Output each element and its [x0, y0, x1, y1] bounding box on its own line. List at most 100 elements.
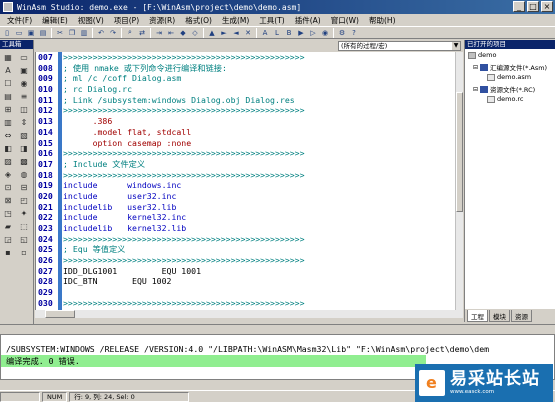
toolbox-control-icon[interactable]: ⊞ — [1, 104, 15, 115]
collapse-icon[interactable]: ⊟ — [473, 64, 478, 71]
procedure-dropdown[interactable]: (所有的过程/宏) ▼ — [338, 41, 461, 51]
build-icon[interactable]: B — [284, 28, 294, 38]
link-icon[interactable]: L — [272, 28, 282, 38]
find-icon[interactable]: ⌕ — [125, 28, 135, 38]
menu-item[interactable]: 插件(A) — [290, 15, 326, 26]
code-line[interactable]: 025 ; Equ 等值定义 — [38, 244, 455, 255]
tab-resources[interactable]: 资源 — [511, 310, 532, 322]
copy-icon[interactable]: ❐ — [67, 28, 77, 38]
tree-root[interactable]: demo — [468, 51, 496, 59]
code-line[interactable]: 027 IDD_DLG1001 EQU 1001 — [38, 266, 455, 277]
toolbox-control-icon[interactable]: ▥ — [1, 117, 15, 128]
redo-icon[interactable]: ↷ — [108, 28, 118, 38]
code-line[interactable]: 013 .386 — [38, 116, 455, 127]
cut-icon[interactable]: ✂ — [55, 28, 65, 38]
toolbox-control-icon[interactable]: ⬚ — [17, 221, 31, 232]
options-icon[interactable]: ⚙ — [337, 28, 347, 38]
scroll-thumb[interactable] — [456, 92, 463, 212]
toolbox-control-icon[interactable]: ◉ — [17, 78, 31, 89]
code-line[interactable]: 010 ; rc Dialog.rc — [38, 84, 455, 95]
menu-item[interactable]: 编辑(E) — [37, 15, 73, 26]
tree-file-rc[interactable]: demo.rc — [487, 95, 524, 103]
menu-item[interactable]: 生成(M) — [217, 15, 254, 26]
tab-modules[interactable]: 模块 — [489, 310, 510, 322]
code-line[interactable]: 009 ; ml /c /coff Dialog.asm — [38, 73, 455, 84]
chevron-down-icon[interactable]: ▼ — [452, 42, 460, 50]
save-icon[interactable]: ▣ — [26, 28, 36, 38]
toolbox-control-icon[interactable]: ⊠ — [1, 195, 15, 206]
toolbox-control-icon[interactable]: ⇔ — [1, 130, 15, 141]
menu-item[interactable]: 资源(R) — [144, 15, 180, 26]
code-line[interactable]: 026 >>>>>>>>>>>>>>>>>>>>>>>>>>>>>>>>>>>>>… — [38, 255, 455, 266]
toolbox-control-icon[interactable]: ✦ — [17, 208, 31, 219]
close-button[interactable]: × — [541, 1, 553, 12]
menu-item[interactable]: 窗口(W) — [326, 15, 364, 26]
editor-horizontal-scrollbar[interactable] — [35, 310, 463, 318]
code-line[interactable]: 029 — [38, 287, 455, 298]
clear-bookmarks-icon[interactable]: ✕ — [243, 28, 253, 38]
code-line[interactable]: 028 IDC_BTN EQU 1002 — [38, 276, 455, 287]
save-all-icon[interactable]: ▤ — [38, 28, 48, 38]
toolbox-control-icon[interactable]: ▰ — [1, 221, 15, 232]
replace-icon[interactable]: ⇄ — [137, 28, 147, 38]
paste-icon[interactable]: ▥ — [79, 28, 89, 38]
toolbox-control-icon[interactable]: ◧ — [1, 143, 15, 154]
code-line[interactable]: 015 option casemap :none — [38, 138, 455, 149]
toolbox-control-icon[interactable]: ▭ — [17, 52, 31, 63]
tab-project[interactable]: 工程 — [467, 310, 488, 322]
code-line[interactable]: 023 includelib kernel32.lib — [38, 223, 455, 234]
new-file-icon[interactable]: ▯ — [2, 28, 12, 38]
toolbox-control-icon[interactable]: ◫ — [17, 104, 31, 115]
scroll-thumb[interactable] — [45, 310, 75, 318]
menu-item[interactable]: 帮助(H) — [364, 15, 401, 26]
prev-bookmark-icon[interactable]: ◄ — [231, 28, 241, 38]
help-icon[interactable]: ? — [349, 28, 359, 38]
tree-node-rc[interactable]: ⊟ 资源文件(*.RC) — [473, 84, 535, 94]
assemble-icon[interactable]: A — [260, 28, 270, 38]
uncomment-icon[interactable]: ◇ — [190, 28, 200, 38]
toolbox-control-icon[interactable]: ▤ — [1, 91, 15, 102]
tree-node-asm[interactable]: ⊟ 汇编源文件(*.Asm) — [473, 62, 547, 72]
toolbox-control-icon[interactable]: ◳ — [1, 208, 15, 219]
go-icon[interactable]: ▶ — [296, 28, 306, 38]
bookmark-icon[interactable]: ▲ — [207, 28, 217, 38]
open-icon[interactable]: ▭ — [14, 28, 24, 38]
collapse-icon[interactable]: ⊟ — [473, 86, 478, 93]
toolbox-control-icon[interactable]: ◍ — [17, 169, 31, 180]
code-line[interactable]: 011 ; Link /subsystem:windows Dialog.obj … — [38, 95, 455, 106]
toolbox-control-icon[interactable]: ☐ — [1, 78, 15, 89]
code-line[interactable]: 014 .model flat, stdcall — [38, 127, 455, 138]
comment-icon[interactable]: ◆ — [178, 28, 188, 38]
toolbox-control-icon[interactable]: ⇕ — [17, 117, 31, 128]
menu-item[interactable]: 视图(V) — [73, 15, 109, 26]
undo-icon[interactable]: ↶ — [96, 28, 106, 38]
outdent-icon[interactable]: ⇤ — [166, 28, 176, 38]
minimize-button[interactable]: _ — [513, 1, 525, 12]
indent-icon[interactable]: ⇥ — [154, 28, 164, 38]
code-line[interactable]: 012 >>>>>>>>>>>>>>>>>>>>>>>>>>>>>>>>>>>>>… — [38, 105, 455, 116]
toolbox-control-icon[interactable]: ◱ — [17, 234, 31, 245]
code-line[interactable]: 018 >>>>>>>>>>>>>>>>>>>>>>>>>>>>>>>>>>>>>… — [38, 170, 455, 181]
menu-item[interactable]: 文件(F) — [2, 15, 37, 26]
code-line[interactable]: 022 include kernel32.inc — [38, 212, 455, 223]
code-line[interactable]: 019 include windows.inc — [38, 180, 455, 191]
toolbox-control-icon[interactable]: ▣ — [17, 65, 31, 76]
menu-item[interactable]: 项目(P) — [109, 15, 144, 26]
code-line[interactable]: 020 include user32.inc — [38, 191, 455, 202]
toolbox-control-icon[interactable]: ⊡ — [1, 182, 15, 193]
code-editor[interactable]: 007 >>>>>>>>>>>>>>>>>>>>>>>>>>>>>>>>>>>>>… — [35, 52, 455, 310]
toolbox-control-icon[interactable]: A — [1, 65, 15, 76]
toolbox-control-icon[interactable]: ◲ — [1, 234, 15, 245]
code-line[interactable]: 016 >>>>>>>>>>>>>>>>>>>>>>>>>>>>>>>>>>>>>… — [38, 148, 455, 159]
run-icon[interactable]: ▷ — [308, 28, 318, 38]
toolbox-control-icon[interactable]: ◨ — [17, 143, 31, 154]
toolbox-control-icon[interactable]: ▨ — [1, 156, 15, 167]
code-line[interactable]: 017 ; Include 文件定义 — [38, 159, 455, 170]
maximize-button[interactable]: □ — [527, 1, 539, 12]
project-tree[interactable]: demo ⊟ 汇编源文件(*.Asm) demo.asm ⊟ 资源文件(*.RC… — [465, 49, 555, 309]
toolbox-control-icon[interactable]: ▩ — [17, 156, 31, 167]
toolbox-control-icon[interactable]: ▫ — [17, 247, 31, 258]
toolbox-control-icon[interactable]: ▧ — [17, 130, 31, 141]
tree-file-asm[interactable]: demo.asm — [487, 73, 531, 81]
toolbox-control-icon[interactable]: ◈ — [1, 169, 15, 180]
